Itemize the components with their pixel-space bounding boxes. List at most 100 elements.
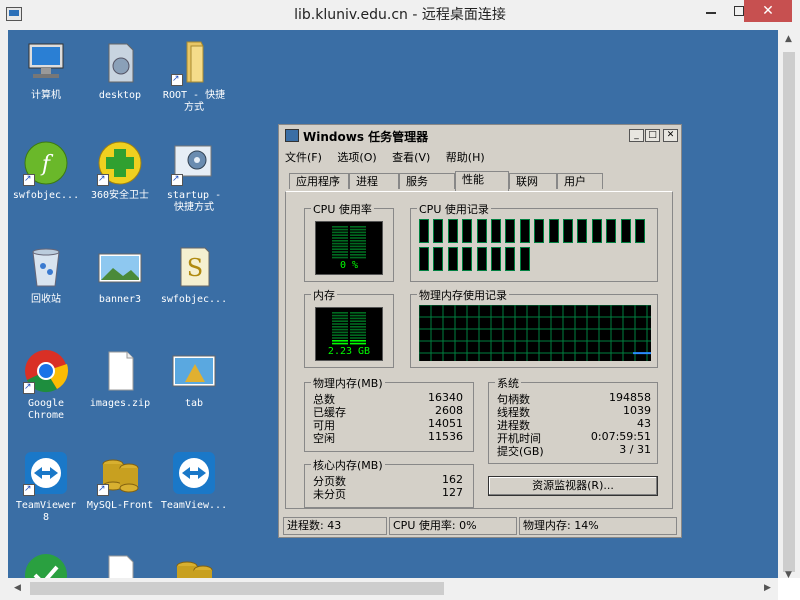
meter-segment xyxy=(332,334,348,336)
meter-segment xyxy=(332,326,348,328)
tab-applications[interactable]: 应用程序 xyxy=(289,173,349,189)
meter-segment xyxy=(350,242,366,245)
cpu-core-graph xyxy=(635,219,645,243)
meter-segment xyxy=(350,340,366,342)
meter-segment xyxy=(332,331,348,334)
tm-close-button[interactable]: ✕ xyxy=(663,129,678,142)
menu-view[interactable]: 查看(V) xyxy=(392,151,430,164)
desktop-icon-root-shortcut[interactable]: ROOT - 快捷 方式 xyxy=(156,40,232,114)
scroll-up-icon[interactable]: ▲ xyxy=(785,34,792,44)
icon-label: MySQL-Front xyxy=(86,500,154,511)
menu-options[interactable]: 选项(O) xyxy=(337,151,376,164)
cpu-history-label: CPU 使用记录 xyxy=(417,201,491,217)
cpu-core-graph xyxy=(462,219,473,243)
image-file-icon xyxy=(97,244,143,290)
horizontal-scroll-thumb[interactable] xyxy=(30,582,444,595)
cpu-core-graph xyxy=(563,219,573,243)
row-value: 16340 xyxy=(428,391,463,404)
icon-label: 计算机 xyxy=(31,90,61,101)
meter-segment xyxy=(332,320,348,322)
script-file-icon: S xyxy=(171,244,217,290)
row-value: 162 xyxy=(442,473,463,486)
desktop-icon-chrome[interactable]: Google Chrome xyxy=(8,348,84,422)
desktop-icon-mysql-front[interactable]: MySQL-Front xyxy=(82,450,158,512)
desktop-icon-database-2[interactable] xyxy=(156,552,232,578)
shortcut-arrow-icon xyxy=(97,173,109,186)
memory-value: 2.23 GB xyxy=(327,346,371,357)
tab-processes[interactable]: 进程 xyxy=(349,173,399,189)
task-manager-menubar: 文件(F) 选项(O) 查看(V) 帮助(H) xyxy=(285,149,497,165)
desktop-icon-startup-shortcut[interactable]: startup - 快捷方式 xyxy=(156,140,232,214)
icon-label: tab xyxy=(184,398,204,409)
icon-label: TeamViewer 8 xyxy=(15,500,77,523)
settings-file-icon xyxy=(97,40,143,86)
desktop-icon-file[interactable] xyxy=(82,552,158,578)
icon-label: Google Chrome xyxy=(27,398,65,421)
cpu-core-graphs xyxy=(419,219,651,277)
icon-label: desktop xyxy=(98,90,142,101)
cpu-core-graph xyxy=(462,247,473,271)
memory-meter-bars xyxy=(332,312,366,345)
shortcut-arrow-icon xyxy=(171,73,183,86)
scroll-down-icon[interactable]: ▼ xyxy=(785,570,792,580)
task-manager-window[interactable]: Windows 任务管理器 _ □ ✕ 文件(F) 选项(O) 查看(V) 帮助… xyxy=(278,124,682,538)
cpu-core-graph xyxy=(519,219,530,243)
memory-history-group: 物理内存使用记录 xyxy=(410,287,658,368)
menu-help[interactable]: 帮助(H) xyxy=(446,151,485,164)
desktop-icon-check[interactable] xyxy=(8,552,84,578)
desktop-icon-computer[interactable]: 计算机 xyxy=(8,40,84,102)
tab-networking[interactable]: 联网 xyxy=(509,173,557,189)
meter-segment xyxy=(332,237,348,239)
desktop-icon-swfobject-2[interactable]: S swfobjec... xyxy=(156,244,232,306)
resource-monitor-button[interactable]: 资源监视器(R)... xyxy=(488,476,658,496)
tab-users[interactable]: 用户 xyxy=(557,173,603,189)
horizontal-scrollbar[interactable]: ◀ ▶ xyxy=(8,578,778,600)
cpu-core-graph xyxy=(433,247,444,271)
tm-maximize-button[interactable]: □ xyxy=(645,129,660,142)
desktop-icon-desktop-file[interactable]: desktop xyxy=(82,40,158,102)
menu-file[interactable]: 文件(F) xyxy=(285,151,322,164)
desktop-icon-banner3[interactable]: banner3 xyxy=(82,244,158,306)
close-button[interactable] xyxy=(744,0,792,22)
scroll-left-icon[interactable]: ◀ xyxy=(14,583,21,593)
task-manager-titlebar[interactable]: Windows 任务管理器 _ □ ✕ xyxy=(281,127,679,145)
meter-segment xyxy=(332,245,348,248)
desktop-icon-images-zip[interactable]: images.zip xyxy=(82,348,158,410)
status-physical-memory: 物理内存: 14% xyxy=(519,517,677,535)
desktop-icon-swfobject-1[interactable]: f swfobjec... xyxy=(8,140,84,202)
table-row: 未分页 127 xyxy=(313,486,463,501)
window-left-edge xyxy=(0,30,8,600)
kernel-memory-label: 核心内存(MB) xyxy=(311,457,385,473)
tab-performance[interactable]: 性能 xyxy=(455,171,509,191)
vertical-scroll-thumb[interactable] xyxy=(783,52,795,572)
table-row: 总数 16340 xyxy=(313,391,463,406)
meter-segment xyxy=(332,242,348,245)
icon-label: startup - 快捷方式 xyxy=(166,190,222,213)
tm-minimize-button[interactable]: _ xyxy=(629,129,644,142)
table-row: 分页数 162 xyxy=(313,473,463,488)
meter-segment xyxy=(350,337,366,339)
meter-segment xyxy=(332,314,348,317)
tab-services[interactable]: 服务 xyxy=(399,173,455,189)
meter-segment xyxy=(332,312,348,314)
desktop-icon-recycle-bin[interactable]: 回收站 xyxy=(8,244,84,306)
cpu-meter-bars xyxy=(332,226,366,259)
meter-segment xyxy=(332,231,348,234)
desktop-icon-teamviewer8[interactable]: TeamViewer 8 xyxy=(8,450,84,524)
scroll-right-icon[interactable]: ▶ xyxy=(764,583,771,593)
minimize-button[interactable] xyxy=(696,0,726,22)
meter-segment xyxy=(332,342,348,345)
table-row: 句柄数 194858 xyxy=(497,391,651,406)
desktop-icon-teamviewer[interactable]: TeamView... xyxy=(156,450,232,512)
cpu-core-graph xyxy=(433,219,444,243)
computer-icon xyxy=(23,40,69,86)
vertical-scrollbar[interactable]: ▲ ▼ xyxy=(778,30,800,580)
desktop-icon-360[interactable]: 360安全卫士 xyxy=(82,140,158,202)
meter-segment xyxy=(332,228,348,231)
folder-icon xyxy=(171,40,217,86)
memory-meter: 2.23 GB xyxy=(315,307,383,361)
meter-segment xyxy=(350,248,366,250)
cpu-core-graph xyxy=(419,219,429,243)
meter-segment xyxy=(350,314,366,317)
desktop-icon-tab[interactable]: tab xyxy=(156,348,232,410)
